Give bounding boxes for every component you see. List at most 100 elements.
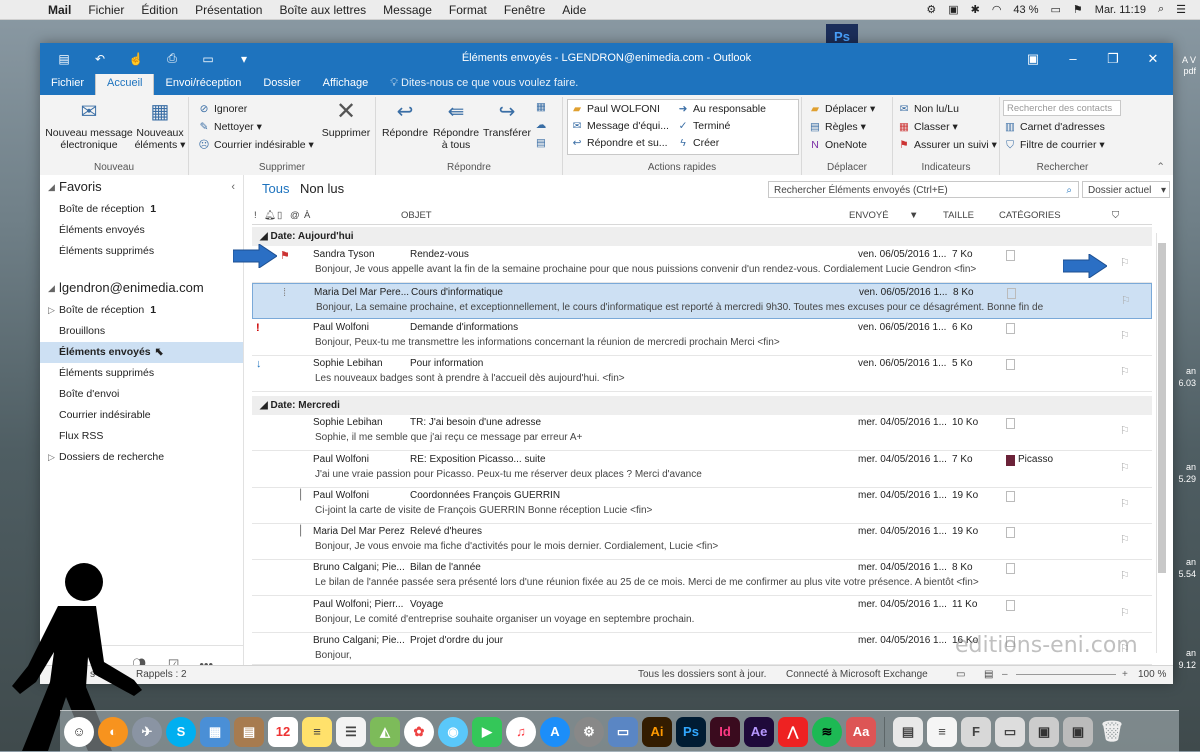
photoshop-dock-icon[interactable]: Ps [676, 716, 706, 747]
reply-button[interactable]: ↩ Répondre [380, 99, 430, 139]
window2-dock-icon[interactable]: ▣ [1063, 716, 1093, 747]
fav-sent[interactable]: Éléments envoyés [40, 220, 243, 241]
minimize-pane-icon[interactable]: ‹ [231, 175, 235, 199]
onenote-button[interactable]: N OneNote [808, 137, 867, 153]
category-box[interactable] [1006, 600, 1015, 611]
calendar-dock-icon[interactable]: 12 [268, 716, 298, 747]
ignore-button[interactable]: ⊘ Ignorer [197, 101, 248, 117]
tab-fichier[interactable]: Fichier [40, 74, 95, 95]
folder-stack-dock-icon[interactable]: F [961, 716, 991, 747]
table-row[interactable]: ↓ Sophie Lebihan Pour information ven. 0… [252, 355, 1152, 392]
menu-edition[interactable]: Édition [141, 3, 178, 17]
tell-me-search[interactable]: 💡︎ Dites-nous ce que vous voulez faire. [379, 74, 589, 95]
launchpad-dock-icon[interactable]: ✈ [132, 716, 162, 747]
more-respond-button[interactable]: ▤ [534, 135, 551, 151]
folder-inbox[interactable]: ▷ Boîte de réception 1 [40, 300, 243, 321]
im-button[interactable]: ☁ [534, 117, 551, 133]
quick-step-done[interactable]: ✓ Terminé [676, 118, 731, 134]
table-row[interactable]: ! Paul Wolfoni Demande d'informations ve… [252, 319, 1152, 356]
app-store-dock-icon[interactable]: A [540, 716, 570, 747]
categorize-button[interactable]: ▦ Classer ▾ [897, 119, 958, 135]
filter-all[interactable]: Tous [262, 181, 289, 196]
filter-email-button[interactable]: ⛉ Filtre de courrier ▾ [1003, 137, 1105, 153]
screenshot-dock-icon[interactable]: ▭ [995, 716, 1025, 747]
reading-view-icon[interactable]: ▤ [984, 669, 993, 680]
flag-icon[interactable]: ⚐ [1120, 533, 1130, 546]
quick-step-reply-delete[interactable]: ↩ Répondre et su... [570, 135, 668, 151]
folder-sent[interactable]: Éléments envoyés ⬉ [40, 342, 243, 363]
battery-level[interactable]: 43 % [1013, 4, 1038, 16]
zoom-slider[interactable] [1016, 674, 1116, 675]
category-color-picasso[interactable] [1006, 455, 1015, 466]
menu-app[interactable]: Mail [48, 3, 71, 17]
menu-boite-aux-lettres[interactable]: Boîte aux lettres [279, 3, 366, 17]
zoom-out-icon[interactable]: – [1002, 669, 1008, 680]
search-icon[interactable]: ⌕ [1158, 3, 1164, 16]
image-capture-dock-icon[interactable]: ▭ [608, 716, 638, 747]
category-box[interactable] [1006, 359, 1015, 370]
facetime-dock-icon[interactable]: ▶ [472, 716, 502, 747]
category-box[interactable] [1006, 418, 1015, 429]
flag-icon[interactable]: ⚐ [1120, 606, 1130, 619]
flag-icon[interactable]: ⚑ [1073, 3, 1083, 16]
vertical-scrollbar[interactable] [1156, 233, 1167, 653]
folder-drafts[interactable]: Brouillons [40, 321, 243, 342]
text-doc-dock-icon[interactable]: ≡ [927, 716, 957, 747]
illustrator-dock-icon[interactable]: Ai [642, 716, 672, 747]
clean-up-button[interactable]: ✎ Nettoyer ▾ [197, 119, 262, 135]
scroll-thumb[interactable] [1158, 243, 1166, 573]
close-icon[interactable]: ✕ [1133, 43, 1173, 74]
rules-button[interactable]: ▤ Règles ▾ [808, 119, 866, 135]
contacts-dock-icon[interactable]: ▤ [234, 716, 264, 747]
minimize-icon[interactable]: – [1053, 43, 1093, 74]
maps-dock-icon[interactable]: ◭ [370, 716, 400, 747]
quick-step-create[interactable]: ϟ Créer [676, 135, 719, 151]
expand-icon[interactable]: ▷ [48, 300, 55, 321]
tab-affichage[interactable]: Affichage [312, 74, 380, 95]
quick-step-manager[interactable]: ➜ Au responsable [676, 101, 766, 117]
restore-icon[interactable]: ❐ [1093, 43, 1133, 74]
list-icon[interactable]: ☰ [1176, 3, 1186, 16]
table-row[interactable]: Bruno Calgani; Pie... Bilan de l'année m… [252, 559, 1152, 596]
preview-dock-icon[interactable]: ▦ [200, 716, 230, 747]
tab-dossier[interactable]: Dossier [252, 74, 311, 95]
reminders-dock-icon[interactable]: ☰ [336, 716, 366, 747]
menu-format[interactable]: Format [449, 3, 487, 17]
font-book-dock-icon[interactable]: Aa [846, 716, 876, 747]
firefox-dock-icon[interactable]: ◐ [98, 716, 128, 747]
notes-dock-icon[interactable]: ≡ [302, 716, 332, 747]
folder-outbox[interactable]: Boîte d'envoi [40, 384, 243, 405]
bluetooth-icon[interactable]: ✱ [971, 3, 980, 16]
categories-column[interactable]: CATÉGORIES [999, 210, 1061, 221]
flag-icon[interactable]: ⚐ [1120, 569, 1130, 582]
attachment-column-icon[interactable]: @ [290, 210, 300, 221]
category-box[interactable] [1006, 491, 1015, 502]
zoom-in-icon[interactable]: + [1122, 669, 1128, 680]
folder-search[interactable]: ▷ Dossiers de recherche [40, 447, 243, 468]
collapse-ribbon-icon[interactable]: ⌃ [1156, 161, 1165, 173]
menu-message[interactable]: Message [383, 3, 432, 17]
flag-icon[interactable]: ⚐ [1120, 424, 1130, 437]
category-box[interactable] [1006, 323, 1015, 334]
table-row[interactable]: Paul Wolfoni RE: Exposition Picasso... s… [252, 451, 1152, 488]
finder-dock-icon[interactable]: ☺ [64, 716, 94, 747]
delete-button[interactable]: ✕ Supprimer [319, 99, 373, 140]
group-header-wednesday[interactable]: ◢ Date: Mercredi [252, 396, 1152, 415]
flag-icon[interactable]: ⚐ [1120, 461, 1130, 474]
document-dock-icon[interactable]: ▤ [893, 716, 923, 747]
flag-icon[interactable]: ⚐ [1121, 294, 1131, 307]
clock[interactable]: Mar. 11:19 [1095, 4, 1146, 16]
quick-step-paul[interactable]: ▰ Paul WOLFONI [570, 101, 660, 117]
acrobat-dock-icon[interactable]: ⋀ [778, 716, 808, 747]
tab-accueil[interactable]: Accueil [95, 73, 155, 95]
wifi-icon[interactable]: ◠ [992, 3, 1002, 16]
size-column[interactable]: TAILLE [943, 210, 974, 221]
flag-icon[interactable]: ⚐ [1120, 365, 1130, 378]
table-row[interactable]: ⎮ Paul Wolfoni Coordonnées François GUER… [252, 487, 1152, 524]
meeting-button[interactable]: ▦ [534, 99, 551, 115]
flag-icon[interactable]: ⚐ [1120, 329, 1130, 342]
reminder-column-icon[interactable]: 🔔︎ [264, 210, 276, 221]
fav-inbox[interactable]: Boîte de réception 1 [40, 199, 243, 220]
trash-dock-icon[interactable]: 🗑︎ [1097, 717, 1127, 747]
table-row[interactable]: Paul Wolfoni; Pierr... Voyage mer. 04/05… [252, 596, 1152, 633]
